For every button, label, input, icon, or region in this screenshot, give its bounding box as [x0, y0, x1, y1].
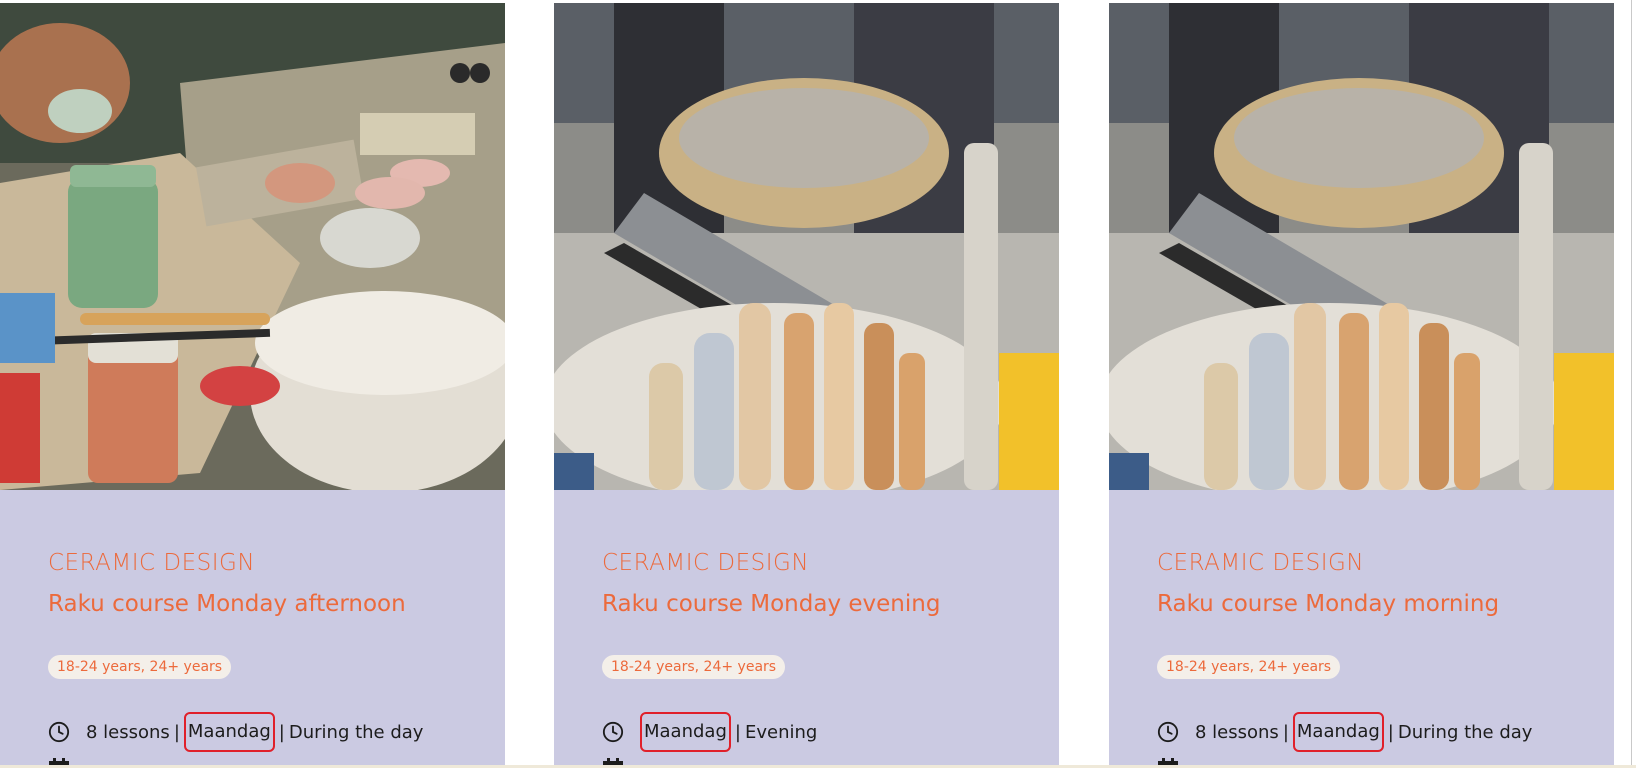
course-card[interactable]: CERAMIC DESIGN Raku course Monday mornin…	[1109, 3, 1614, 765]
calendar-icon	[49, 758, 69, 765]
page-margin	[1614, 0, 1636, 768]
course-photo[interactable]	[0, 3, 505, 490]
course-meta: 8 lessons | Maandag | During the day	[1157, 712, 1532, 752]
lessons-count: 8 lessons	[86, 721, 170, 743]
meta-separator: |	[173, 721, 180, 743]
course-photo[interactable]	[554, 3, 1059, 490]
course-meta: 8 lessons | Maandag | During the day	[48, 712, 423, 752]
meta-separator: |	[734, 721, 741, 743]
time-of-day: During the day	[1397, 721, 1533, 743]
course-category: CERAMIC DESIGN	[48, 550, 256, 576]
time-of-day: During the day	[288, 721, 424, 743]
course-card[interactable]: CERAMIC DESIGN Raku course Monday evenin…	[554, 3, 1059, 765]
scrollbar-edge	[1631, 0, 1632, 768]
course-title[interactable]: Raku course Monday morning	[1157, 591, 1499, 617]
course-meta: Maandag | Evening	[602, 712, 817, 752]
ceramic-glazing-image	[0, 3, 505, 490]
day-label: Maandag	[640, 712, 731, 752]
calendar-icon	[1158, 758, 1178, 765]
pottery-tools-image	[1109, 3, 1614, 490]
course-title[interactable]: Raku course Monday afternoon	[48, 591, 406, 617]
day-label: Maandag	[183, 712, 275, 752]
age-badge: 18-24 years, 24+ years	[1157, 655, 1341, 679]
calendar-icon	[603, 758, 623, 765]
course-category: CERAMIC DESIGN	[1157, 550, 1365, 576]
clock-icon	[48, 721, 70, 743]
course-card[interactable]: CERAMIC DESIGN Raku course Monday aftern…	[0, 3, 505, 765]
course-title[interactable]: Raku course Monday evening	[602, 591, 940, 617]
age-badge: 18-24 years, 24+ years	[48, 655, 232, 679]
course-photo[interactable]	[1109, 3, 1614, 490]
meta-separator: |	[278, 721, 285, 743]
clock-icon	[1157, 721, 1179, 743]
clock-icon	[602, 721, 624, 743]
time-of-day: Evening	[744, 721, 818, 743]
pottery-tools-image	[554, 3, 1059, 490]
age-badge: 18-24 years, 24+ years	[602, 655, 786, 679]
course-card-list: CERAMIC DESIGN Raku course Monday aftern…	[0, 3, 1636, 765]
meta-separator: |	[1387, 721, 1394, 743]
meta-separator: |	[1282, 721, 1289, 743]
course-category: CERAMIC DESIGN	[602, 550, 810, 576]
day-label: Maandag	[1292, 712, 1384, 752]
lessons-count: 8 lessons	[1195, 721, 1279, 743]
